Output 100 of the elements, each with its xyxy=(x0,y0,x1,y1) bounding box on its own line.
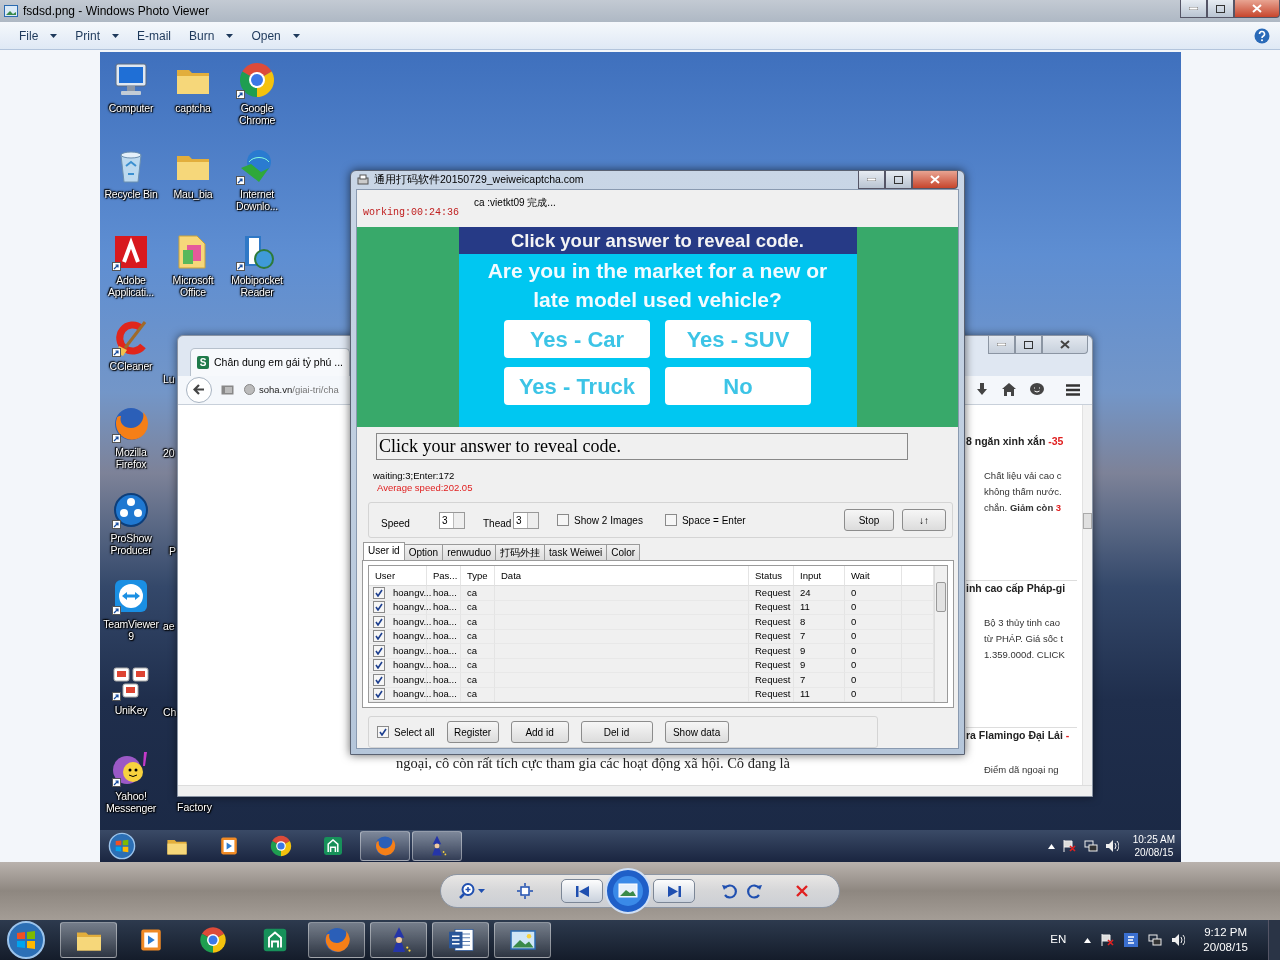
desktop-icon-label[interactable]: Ch xyxy=(163,705,177,721)
desktop-icon-label[interactable]: Yahoo! Messenger xyxy=(100,790,162,814)
column-header[interactable]: Type xyxy=(461,566,495,586)
table-cell: 9 xyxy=(800,658,806,673)
tab[interactable]: Option xyxy=(403,544,444,560)
table-cell: hoangv... xyxy=(393,585,432,600)
desktop-icon-label[interactable]: Internet Downlo... xyxy=(226,188,288,212)
ad-description: Điểm dã ngoại ng xyxy=(984,763,1060,778)
menu-item[interactable]: Open xyxy=(242,26,309,45)
captcha-question: Are you in the market for a new or late model used vehicle? xyxy=(486,258,829,313)
checkbox-label: Space = Enter xyxy=(681,513,746,528)
desktop-icon-label[interactable]: ProShow Producer xyxy=(100,532,162,556)
desktop-icon-label[interactable]: Factory xyxy=(177,800,212,816)
menu-item[interactable]: Print xyxy=(66,26,129,45)
table-cell: 0 xyxy=(851,614,857,629)
desktop-icon-label[interactable]: Recycle Bin xyxy=(104,188,158,200)
ad-title[interactable]: ra Flamingo Đại Lải - xyxy=(966,727,1077,744)
speed-text: Average speed:202.05 xyxy=(376,482,474,494)
clock-time[interactable]: 10:25 AM xyxy=(1132,833,1175,846)
ad-description: Chất liệu vải cao c không thấm nước. chắn. Giảm còn 3 xyxy=(984,469,1063,516)
table-cell: hoa... xyxy=(433,658,457,673)
table-cell: Request xyxy=(755,687,791,702)
ad-title[interactable]: inh cao cấp Pháp-gi xyxy=(966,580,1077,597)
address-text[interactable]: soha.vn/giai-tri/cha xyxy=(259,382,339,397)
tab[interactable]: User id xyxy=(363,542,405,560)
table-cell: Request xyxy=(755,672,791,687)
action-button[interactable]: Add id xyxy=(510,721,569,743)
table-cell: 0 xyxy=(851,629,857,644)
table-cell: ca xyxy=(467,658,478,673)
desktop-icon-label[interactable]: UniKey xyxy=(114,704,148,716)
table-cell: Request xyxy=(755,629,791,644)
table-cell: 0 xyxy=(851,600,857,615)
language-indicator[interactable]: EN xyxy=(1050,931,1067,949)
ad-description: Bộ 3 thủy tinh cao từ PHÁP. Giá sốc t 1.359.000đ. CLICK xyxy=(984,616,1066,663)
action-button[interactable]: Del id xyxy=(580,721,653,743)
action-button[interactable]: Register xyxy=(446,721,499,743)
table-cell: hoangv... xyxy=(393,614,432,629)
desktop-icon-label[interactable]: Mau_bia xyxy=(173,188,213,200)
table-cell: ca xyxy=(467,643,478,658)
table-cell: 9 xyxy=(800,643,806,658)
table-cell: hoa... xyxy=(433,600,457,615)
column-header[interactable]: Data xyxy=(495,566,749,586)
table-cell: hoa... xyxy=(433,585,457,600)
menu-item[interactable]: File xyxy=(10,26,67,45)
article-text: ngoại, cô còn rất tích cực tham gia các hoạt động xã hội. Cô đang là xyxy=(396,754,790,771)
table-cell: 0 xyxy=(851,672,857,687)
table-cell: 0 xyxy=(851,643,857,658)
desktop-icon-label[interactable]: P xyxy=(169,544,176,560)
table-cell: Request xyxy=(755,600,791,615)
checkbox-label: Show 2 Images xyxy=(574,513,643,528)
field-label: Thead xyxy=(483,516,513,531)
clock-date[interactable]: 20/08/15 xyxy=(1132,846,1175,859)
table-cell: 8 xyxy=(800,614,806,629)
column-header[interactable]: Status xyxy=(749,566,794,586)
table-cell: hoa... xyxy=(433,672,457,687)
site-favicon: S xyxy=(197,356,209,369)
column-header[interactable]: Input xyxy=(794,566,845,586)
desktop-icon-label[interactable]: captcha xyxy=(175,102,211,114)
action-button[interactable]: Show data xyxy=(664,721,729,743)
number-spinner[interactable]: 3 xyxy=(513,511,539,529)
table-cell: 0 xyxy=(851,658,857,673)
table-cell: ca xyxy=(467,629,478,644)
table-cell: 24 xyxy=(800,585,811,600)
desktop-icon-label[interactable]: ae xyxy=(163,619,175,635)
clock-time[interactable]: 9:12 PM xyxy=(1203,925,1248,940)
clock-date[interactable]: 20/08/15 xyxy=(1203,940,1248,955)
column-header[interactable]: Wait xyxy=(845,566,902,586)
table-cell: hoangv... xyxy=(393,600,432,615)
table-cell: hoa... xyxy=(433,643,457,658)
table-cell: hoangv... xyxy=(393,658,432,673)
number-spinner[interactable]: 3 xyxy=(439,511,465,529)
answer-field[interactable]: Click your answer to reveal code. xyxy=(376,433,908,460)
table-cell: ca xyxy=(467,600,478,615)
menu-item[interactable]: Burn xyxy=(180,26,243,45)
tab[interactable]: 打码外挂 xyxy=(495,544,546,560)
table-cell: 11 xyxy=(800,687,810,702)
field-label: Speed xyxy=(381,516,411,531)
column-header[interactable]: Pas... xyxy=(427,566,461,586)
table-cell: hoangv... xyxy=(393,687,432,702)
table-cell: hoa... xyxy=(433,629,457,644)
timer-text: working:00:24:36 xyxy=(363,206,460,220)
tab[interactable]: task Weiwei xyxy=(544,544,608,560)
ad-title[interactable]: 8 ngăn xinh xắn -35 xyxy=(966,433,1077,450)
table-cell: Request xyxy=(755,614,791,629)
desktop-icon-label[interactable]: Computer xyxy=(108,102,154,114)
table-cell: 7 xyxy=(800,629,806,644)
action-button[interactable]: Stop xyxy=(844,509,894,531)
table-cell: Request xyxy=(755,658,791,673)
desktop-icon-label[interactable]: TeamViewer 9 xyxy=(100,618,162,642)
browser-tab[interactable]: S Chân dung em gái tỷ phú ... xyxy=(190,348,350,376)
tab[interactable]: renwuduo xyxy=(442,544,497,560)
menu-item[interactable]: E-mail xyxy=(128,26,181,45)
column-header[interactable]: User xyxy=(369,566,427,586)
desktop-icon-label[interactable]: Google Chrome xyxy=(226,102,288,126)
action-button[interactable]: ↓↑ xyxy=(902,509,946,531)
table-cell: ca xyxy=(467,614,478,629)
table-cell: hoangv... xyxy=(393,643,432,658)
table-cell: Request xyxy=(755,643,791,658)
tab[interactable]: Color xyxy=(606,544,641,560)
table-cell: ca xyxy=(467,672,478,687)
